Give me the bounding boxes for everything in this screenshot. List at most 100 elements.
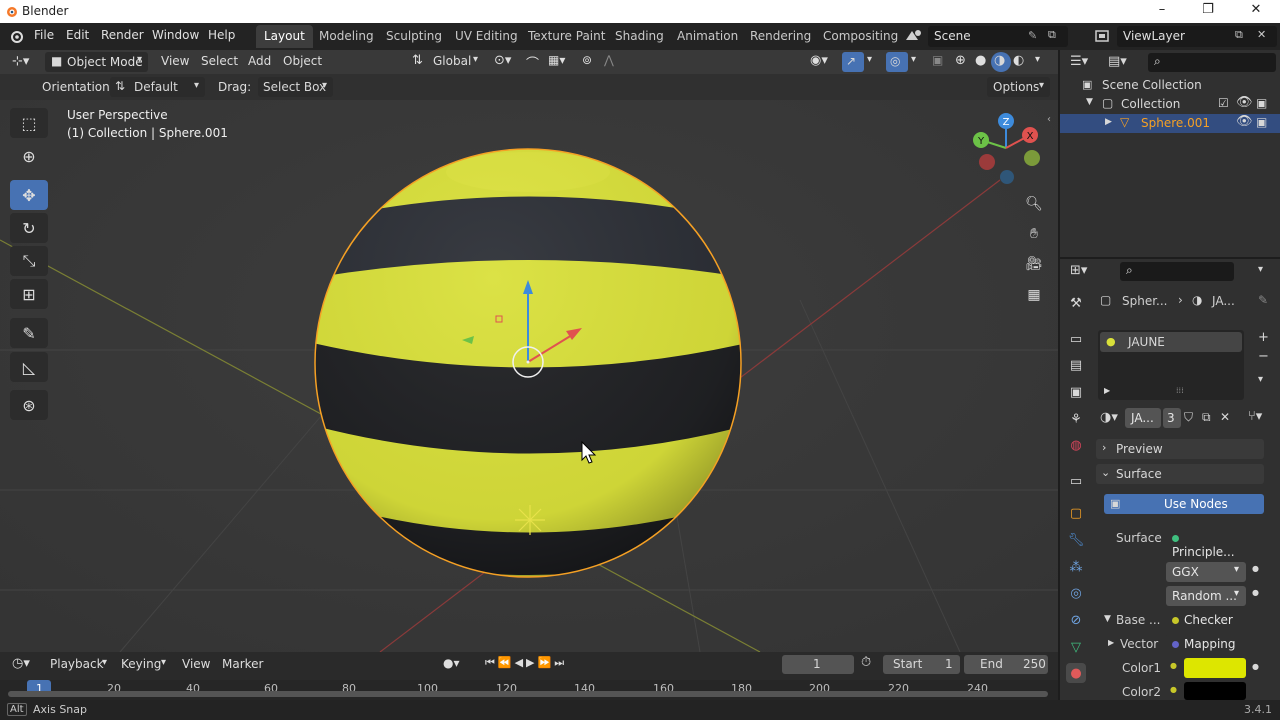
tab-sculpting[interactable]: Sculpting xyxy=(378,25,450,48)
eye-icon[interactable]: 👁︎ xyxy=(1236,114,1253,129)
menu-file[interactable]: File xyxy=(34,28,54,42)
viewport-scene[interactable]: Z Y X xyxy=(0,50,1058,652)
use-nodes-button[interactable]: ▣ Use Nodes xyxy=(1104,494,1264,514)
visibility-icon[interactable]: ◉▾ xyxy=(810,53,828,68)
tab-compositing[interactable]: Compositing xyxy=(815,25,906,48)
socket-dot-icon[interactable]: ● xyxy=(1252,662,1259,671)
tab-uv-editing[interactable]: UV Editing xyxy=(447,25,526,48)
resize-handle-icon[interactable]: ⁞⁞⁞ xyxy=(1176,386,1184,395)
pin-icon[interactable]: ✎ xyxy=(1028,29,1037,42)
cursor-tool[interactable]: ⊕ xyxy=(10,141,48,171)
overlay-toggle-button[interactable]: ◎ xyxy=(886,52,908,72)
snap-target-icon[interactable]: ▦▾ xyxy=(548,53,565,67)
chevron-down-icon[interactable]: ▾ xyxy=(1258,374,1263,385)
blender-menu-icon[interactable] xyxy=(8,29,24,44)
gizmo-toggle-button[interactable]: ↗ xyxy=(842,52,864,72)
menu-keying[interactable]: Keying xyxy=(121,657,161,671)
menu-marker[interactable]: Marker xyxy=(222,657,263,671)
transform-tool[interactable]: ⊞ xyxy=(10,279,48,309)
ortho-toggle-button[interactable]: ▦ xyxy=(1020,281,1048,309)
collection-tab[interactable]: ▭ xyxy=(1066,471,1086,491)
tab-modeling[interactable]: Modeling xyxy=(311,25,382,48)
new-view-layer-icon[interactable]: ⧉ xyxy=(1235,28,1243,42)
add-slot-icon[interactable]: + xyxy=(1258,330,1269,345)
view-layer-selector[interactable]: ViewLayer ⧉ ✕ xyxy=(1117,26,1277,47)
surface-panel-header[interactable]: ⌄ Surface xyxy=(1096,464,1264,484)
camera-icon[interactable]: ▣ xyxy=(1256,96,1267,110)
particles-tab[interactable]: ⁂ xyxy=(1066,557,1086,577)
color1-swatch[interactable] xyxy=(1184,658,1246,678)
pivot-point-icon[interactable]: ⊙▾ xyxy=(494,53,511,68)
chevron-down-icon[interactable]: ▾ xyxy=(1258,264,1263,275)
zoom-button[interactable]: 🔍︎ xyxy=(1020,190,1048,218)
proportional-edit-icon[interactable]: ⊚ xyxy=(582,53,592,67)
collapse-arrow-icon[interactable]: ▼ xyxy=(1104,614,1111,624)
material-preview-button[interactable]: ◑ xyxy=(991,52,1011,72)
tab-shading[interactable]: Shading xyxy=(607,25,672,48)
timeline-scrollbar[interactable] xyxy=(8,691,1048,697)
socket-dot-icon[interactable]: ● xyxy=(1252,564,1259,573)
base-color-input[interactable]: Checker ... xyxy=(1166,610,1246,641)
chevron-down-icon[interactable]: ▾ xyxy=(911,54,916,65)
user-count[interactable]: 3 xyxy=(1163,408,1181,428)
fake-user-icon[interactable]: ⛉ xyxy=(1184,410,1193,425)
display-mode-icon[interactable]: ▤▾ xyxy=(1108,54,1127,69)
render-tab[interactable]: ▭ xyxy=(1066,329,1086,349)
material-slot-list[interactable]: ● JAUNE ▶ ⁞⁞⁞ xyxy=(1098,330,1244,400)
vector-input[interactable]: Mapping xyxy=(1166,634,1246,654)
view-layer-tab[interactable]: ▣ xyxy=(1066,382,1086,402)
move-tool[interactable]: ✥ xyxy=(10,180,48,210)
tab-layout[interactable]: Layout xyxy=(256,25,313,48)
material-tab[interactable]: ● xyxy=(1066,663,1086,683)
material-browse-icon[interactable]: ◑▾ xyxy=(1100,410,1118,425)
output-tab[interactable]: ▤ xyxy=(1066,355,1086,375)
menu-view[interactable]: View xyxy=(182,657,210,671)
remove-view-layer-icon[interactable]: ✕ xyxy=(1257,28,1266,41)
collapse-arrow-icon[interactable]: ▼ xyxy=(1086,97,1093,107)
camera-view-button[interactable]: 🎥︎ xyxy=(1020,250,1048,278)
outliner-search-input[interactable]: ⌕ xyxy=(1148,53,1276,72)
current-frame-field[interactable]: 1 xyxy=(782,655,854,674)
world-tab[interactable]: ◍ xyxy=(1066,435,1086,455)
solid-shading-icon[interactable]: ● xyxy=(975,53,986,68)
subsurface-method-dropdown[interactable]: Random ... ▾ xyxy=(1166,586,1246,606)
color2-swatch[interactable] xyxy=(1184,682,1246,700)
chevron-down-icon[interactable]: ▾ xyxy=(1035,54,1040,65)
annotate-tool[interactable]: ✎ xyxy=(10,318,48,348)
menu-playback[interactable]: Playback xyxy=(50,657,104,671)
eye-icon[interactable]: 👁︎ xyxy=(1236,95,1253,110)
falloff-icon[interactable]: ⋀ xyxy=(604,53,614,67)
properties-search-input[interactable]: ⌕ xyxy=(1120,262,1234,281)
menu-add[interactable]: Add xyxy=(248,54,271,68)
camera-icon[interactable]: ▣ xyxy=(1256,115,1267,129)
playback-controls[interactable]: ⏮⏪◀▶⏩⏭ xyxy=(485,656,567,670)
wireframe-shading-icon[interactable]: ⊕ xyxy=(955,53,966,68)
duplicate-icon[interactable]: ⧉ xyxy=(1202,410,1211,425)
view-layer-icon[interactable] xyxy=(1094,29,1112,44)
pan-button[interactable]: ✋︎ xyxy=(1020,220,1048,248)
outliner-row-collection[interactable]: ▼ ▢ Collection ☑ 👁︎ ▣ xyxy=(1060,95,1280,114)
menu-edit[interactable]: Edit xyxy=(66,28,89,42)
pin-icon[interactable]: ✎ xyxy=(1258,293,1268,307)
select-box-tool[interactable]: ⬚ xyxy=(10,108,48,138)
menu-select[interactable]: Select xyxy=(201,54,238,68)
data-tab[interactable]: ▽ xyxy=(1066,637,1086,657)
outliner-editor-icon[interactable]: ☰▾ xyxy=(1070,54,1088,69)
remove-slot-icon[interactable]: − xyxy=(1258,349,1269,364)
new-scene-icon[interactable]: ⧉ xyxy=(1048,28,1056,42)
3d-viewport[interactable]: Z Y X ⊹▾ ■ Object Mode ▾ View Select Add… xyxy=(0,50,1058,652)
add-cube-tool[interactable]: ⊛ xyxy=(10,390,48,420)
expand-arrow-icon[interactable]: ▶ xyxy=(1108,638,1114,647)
socket-dot-icon[interactable]: ● xyxy=(1252,588,1259,597)
menu-object[interactable]: Object xyxy=(283,54,322,68)
transform-orientation-dropdown[interactable]: Global xyxy=(433,54,471,68)
rotate-tool[interactable]: ↻ xyxy=(10,213,48,243)
drag-dropdown[interactable]: Select Box ▾ xyxy=(258,77,333,97)
xray-icon[interactable]: ▣ xyxy=(932,53,943,67)
rendered-shading-icon[interactable]: ◐ xyxy=(1013,53,1024,68)
menu-render[interactable]: Render xyxy=(101,28,144,42)
menu-help[interactable]: Help xyxy=(208,28,235,42)
timeline-editor-icon[interactable]: ◷▾ xyxy=(12,656,30,671)
menu-view[interactable]: View xyxy=(161,54,189,68)
scene-tab[interactable]: ⚘ xyxy=(1066,409,1086,429)
